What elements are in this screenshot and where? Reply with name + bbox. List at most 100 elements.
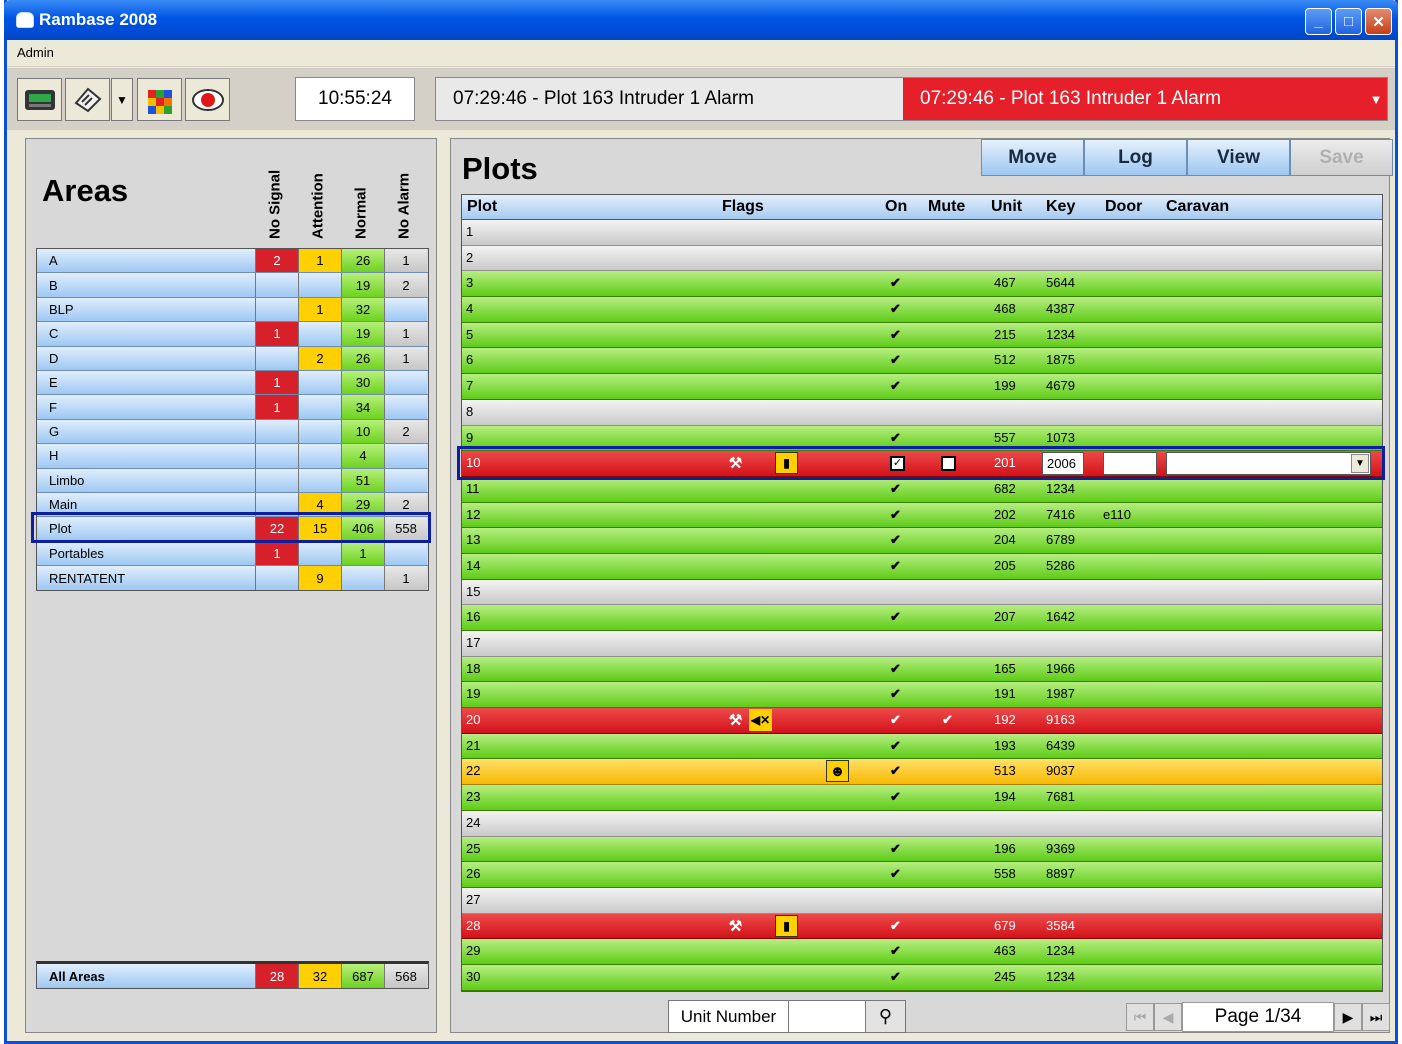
area-row[interactable]: RENTATENT 9 1 (37, 566, 428, 591)
areas-panel: Areas No Signal Attention Normal No Alar… (25, 138, 437, 1033)
plot-row[interactable]: 12 ✔ 202 7416 e110 (462, 502, 1382, 529)
col-door[interactable]: Door (1105, 198, 1142, 216)
header-no-signal: No Signal (266, 169, 284, 239)
plot-row[interactable]: 27 (462, 887, 1382, 914)
app-window: Rambase 2008 _ □ ✕ Admin ▼ 10:55:24 07:2… (4, 0, 1398, 1044)
chevron-down-icon[interactable]: ▼ (1365, 78, 1387, 120)
unit-number-label: Unit Number (669, 1001, 789, 1032)
view-button[interactable]: View (1187, 139, 1290, 176)
first-page-icon[interactable]: ⏮ (1126, 1003, 1154, 1031)
col-caravan[interactable]: Caravan (1166, 198, 1229, 216)
area-row[interactable]: H4 (37, 444, 428, 469)
plot-row[interactable]: 1 (462, 220, 1382, 246)
plot-row[interactable]: 20 ⚒ ◀✕ ✔ ✔ 192 9163 (462, 708, 1382, 734)
area-row[interactable]: F 1 34 (37, 395, 428, 420)
minimize-button[interactable]: _ (1305, 8, 1332, 35)
col-flags[interactable]: Flags (722, 198, 764, 216)
plot-row[interactable]: 22 ☻ ✔ 513 9037 (462, 759, 1382, 786)
title-bar[interactable]: Rambase 2008 _ □ ✕ (4, 0, 1398, 40)
area-row[interactable]: BLP 1 32 (37, 297, 428, 323)
search-icon[interactable]: ⚲ (865, 1001, 905, 1032)
plot-row[interactable]: 6 ✔ 512 1875 (462, 348, 1382, 375)
plot-row[interactable]: 30 ✔ 245 1234 (462, 964, 1382, 991)
plot-number: 23 (466, 789, 481, 805)
alarm-record-button[interactable] (185, 78, 230, 121)
area-attention: 2 (298, 346, 341, 370)
plot-row[interactable]: 8 (462, 399, 1382, 426)
prev-page-icon[interactable]: ◀ (1154, 1003, 1182, 1031)
device-button[interactable] (17, 78, 62, 121)
area-row[interactable]: C 1 19 1 (37, 322, 428, 347)
plot-unit: 513 (994, 763, 1016, 779)
area-row[interactable]: Portables 1 1 (37, 541, 428, 567)
plot-unit: 245 (994, 968, 1016, 984)
alarm-active-text: 07:29:46 - Plot 163 Intruder 1 Alarm (920, 88, 1222, 109)
col-mute[interactable]: Mute (928, 198, 965, 216)
plot-row[interactable]: 28 ⚒ ▮ ✔ 679 3584 (462, 913, 1382, 940)
area-attention (298, 541, 341, 566)
plot-row[interactable]: 5 ✔ 215 1234 (462, 322, 1382, 349)
close-button[interactable]: ✕ (1365, 8, 1392, 35)
all-areas-attention: 32 (298, 964, 341, 989)
plot-row[interactable]: 23 ✔ 194 7681 (462, 785, 1382, 811)
page-label: Page 1/34 (1182, 1002, 1334, 1032)
plot-row[interactable]: 21 ✔ 193 6439 (462, 733, 1382, 760)
maximize-button[interactable]: □ (1335, 8, 1362, 35)
dropdown-arrow-icon[interactable]: ▼ (111, 78, 133, 121)
area-no-signal (255, 273, 298, 297)
area-attention (298, 468, 341, 492)
area-normal: 30 (341, 370, 384, 395)
col-on[interactable]: On (885, 198, 907, 216)
all-areas-row[interactable]: All Areas 28 32 687 568 (36, 961, 429, 990)
next-page-icon[interactable]: ▶ (1334, 1003, 1362, 1031)
area-name: H (37, 444, 255, 468)
log-button[interactable]: Log (1084, 139, 1187, 176)
area-row[interactable]: A 2 1 26 1 (37, 249, 428, 274)
battery-icon: ▮ (775, 914, 798, 937)
plot-key: 1875 (1046, 352, 1075, 368)
plot-number: 16 (466, 609, 481, 625)
move-button[interactable]: Move (981, 139, 1084, 176)
plot-row[interactable]: 7 ✔ 199 4679 (462, 374, 1382, 400)
col-plot[interactable]: Plot (467, 198, 497, 216)
plot-on: ✔ (890, 506, 901, 522)
plot-unit: 207 (994, 609, 1016, 625)
area-row[interactable]: B 19 2 (37, 273, 428, 298)
plot-key: 4679 (1046, 378, 1075, 394)
plots-actions: Move Log View Save (981, 139, 1393, 176)
plot-row[interactable]: 3 ✔ 467 5644 (462, 271, 1382, 298)
area-attention: 1 (298, 297, 341, 322)
area-row[interactable]: Limbo 51 (37, 468, 428, 493)
plot-row[interactable]: 11 ✔ 682 1234 (462, 476, 1382, 503)
plot-on: ✔ (890, 737, 901, 753)
col-key[interactable]: Key (1046, 198, 1075, 216)
plot-row[interactable]: 19 ✔ 191 1987 (462, 682, 1382, 709)
area-attention (298, 444, 341, 468)
plot-row[interactable]: 15 (462, 579, 1382, 606)
alarm-latest[interactable]: 07:29:46 - Plot 163 Intruder 1 Alarm (436, 78, 903, 120)
alarm-active[interactable]: 07:29:46 - Plot 163 Intruder 1 Alarm ▼ (903, 78, 1387, 120)
plot-number: 7 (466, 378, 474, 394)
last-page-icon[interactable]: ⏭ (1362, 1003, 1390, 1031)
plot-row[interactable]: 18 ✔ 165 1966 (462, 656, 1382, 683)
plot-row[interactable]: 24 (462, 810, 1382, 837)
save-button[interactable]: Save (1290, 139, 1393, 176)
plot-row[interactable]: 26 ✔ 558 8897 (462, 862, 1382, 888)
area-row[interactable]: D 2 26 1 (37, 346, 428, 371)
menu-admin[interactable]: Admin (17, 45, 54, 60)
plot-row[interactable]: 14 ✔ 205 5286 (462, 553, 1382, 580)
flash-button[interactable] (65, 78, 110, 121)
cube-button[interactable] (137, 78, 182, 121)
plot-row[interactable]: 4 ✔ 468 4387 (462, 297, 1382, 323)
plot-row[interactable]: 16 ✔ 207 1642 (462, 605, 1382, 631)
col-unit[interactable]: Unit (991, 198, 1022, 216)
plot-row[interactable]: 25 ✔ 196 9369 (462, 836, 1382, 863)
area-row[interactable]: E 1 30 (37, 370, 428, 396)
area-row[interactable]: G 10 2 (37, 419, 428, 445)
plot-row[interactable]: 2 (462, 245, 1382, 272)
window-controls: _ □ ✕ (1305, 8, 1392, 35)
plot-key: 1987 (1046, 686, 1075, 702)
plot-row[interactable]: 29 ✔ 463 1234 (462, 939, 1382, 965)
plot-row[interactable]: 17 (462, 631, 1382, 657)
plot-row[interactable]: 13 ✔ 204 6789 (462, 528, 1382, 554)
